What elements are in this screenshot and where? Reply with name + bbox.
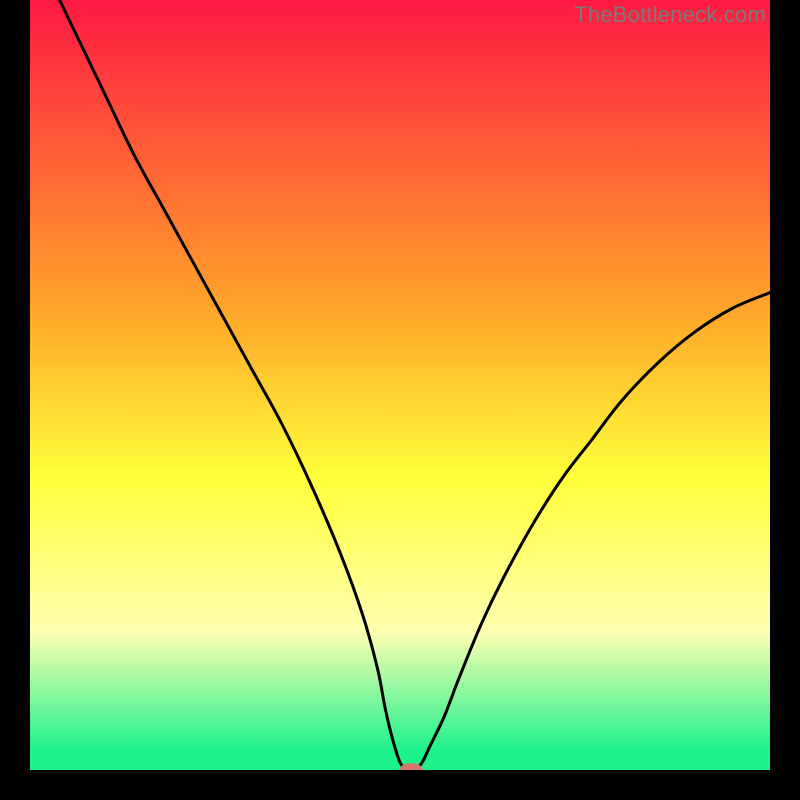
watermark-text: TheBottleneck.com: [574, 2, 766, 28]
chart-frame: TheBottleneck.com: [0, 0, 800, 800]
gradient-background: [30, 0, 770, 770]
plot-area: [30, 0, 770, 770]
chart-svg: [30, 0, 770, 770]
